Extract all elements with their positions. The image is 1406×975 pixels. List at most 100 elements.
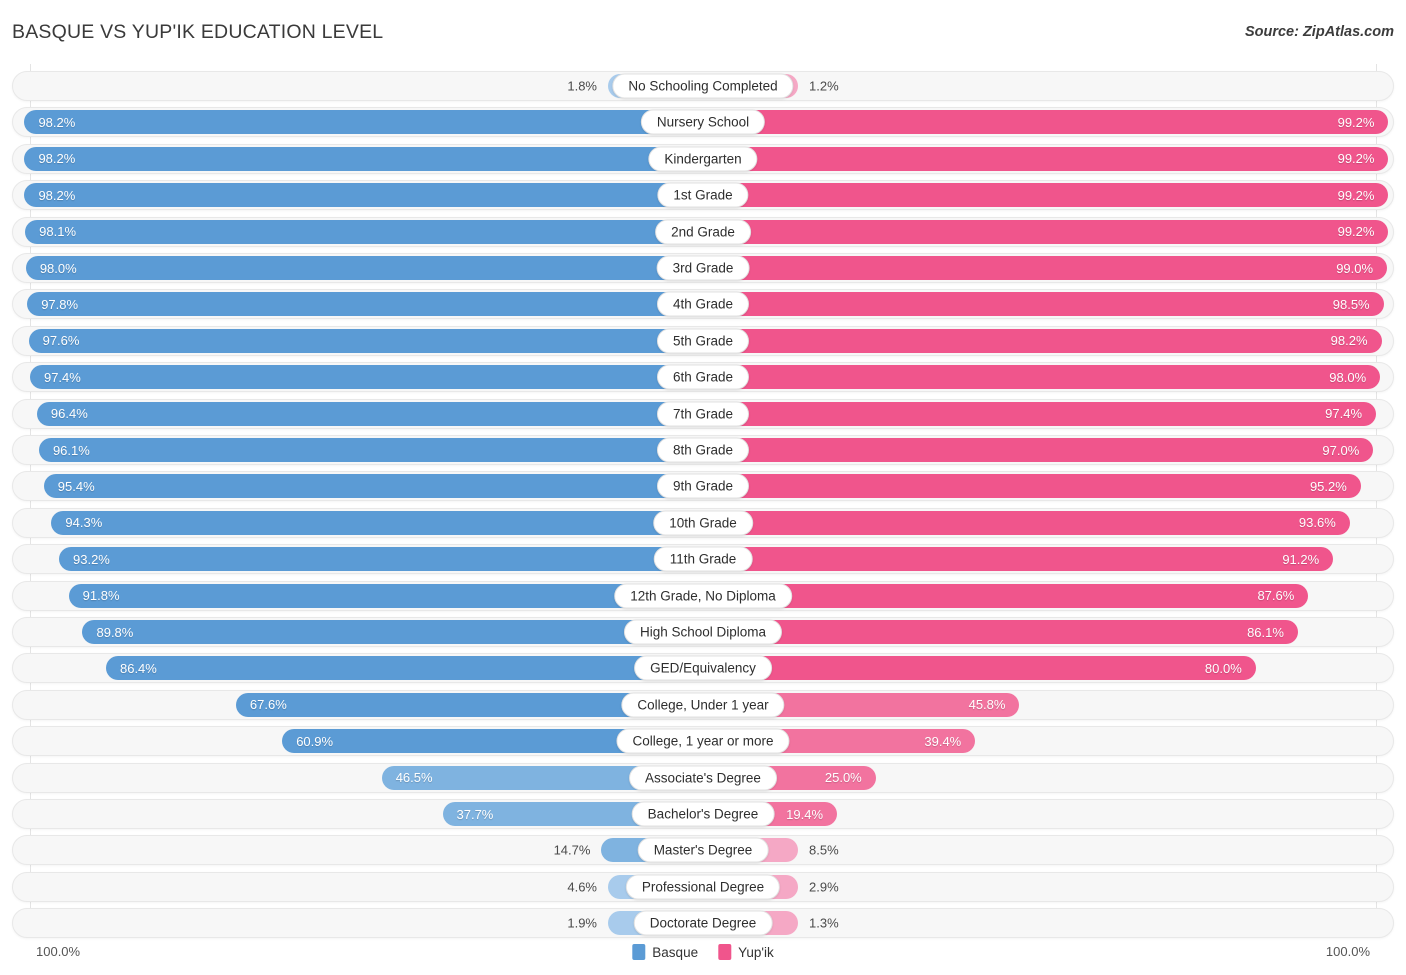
chart-row[interactable]: 46.5% 25.0% Associate's Degree bbox=[12, 762, 1394, 793]
bar-yupik: 91.2% bbox=[703, 547, 1334, 572]
bar-value-basque: 60.9% bbox=[296, 733, 334, 749]
chart-row[interactable]: 14.7% 8.5% Master's Degree bbox=[12, 835, 1394, 866]
bar-yupik: 95.2% bbox=[703, 474, 1361, 499]
bar-track: 98.2% 99.2% Kindergarten bbox=[13, 145, 1393, 173]
category-label: College, Under 1 year bbox=[621, 692, 785, 718]
chart-row[interactable]: 98.2% 99.2% Nursery School bbox=[12, 107, 1394, 138]
category-label: 10th Grade bbox=[653, 510, 753, 536]
bar-value-yupik: 91.2% bbox=[1282, 551, 1320, 567]
bar-value-yupik: 98.2% bbox=[1330, 333, 1368, 349]
chart-row[interactable]: 95.4% 95.2% 9th Grade bbox=[12, 471, 1394, 502]
bar-track: 98.2% 99.2% 1st Grade bbox=[13, 181, 1393, 209]
category-label: Doctorate Degree bbox=[633, 910, 773, 936]
bar-track: 60.9% 39.4% College, 1 year or more bbox=[13, 727, 1393, 755]
chart-row[interactable]: 1.9% 1.3% Doctorate Degree bbox=[12, 908, 1394, 939]
legend-item[interactable]: Yup'ik bbox=[718, 944, 774, 960]
bar-value-yupik: 2.9% bbox=[809, 879, 839, 895]
chart-row[interactable]: 96.1% 97.0% 8th Grade bbox=[12, 435, 1394, 465]
bar-basque: 98.0% bbox=[25, 256, 703, 280]
bar-value-basque: 86.4% bbox=[119, 660, 157, 676]
bar-track: 98.1% 99.2% 2nd Grade bbox=[13, 218, 1393, 246]
chart-row[interactable]: 60.9% 39.4% College, 1 year or more bbox=[12, 726, 1394, 757]
category-label: Professional Degree bbox=[625, 874, 781, 900]
chart-row[interactable]: 1.8% 1.2% No Schooling Completed bbox=[12, 71, 1394, 101]
chart-row[interactable]: 97.6% 98.2% 5th Grade bbox=[12, 325, 1394, 356]
bar-track: 1.9% 1.3% Doctorate Degree bbox=[13, 909, 1393, 937]
bar-track: 98.2% 99.2% Nursery School bbox=[13, 108, 1393, 136]
bar-value-basque: 14.7% bbox=[553, 842, 591, 858]
bar-yupik: 97.0% bbox=[703, 438, 1374, 462]
category-label: GED/Equivalency bbox=[634, 655, 772, 681]
bar-value-basque: 95.4% bbox=[57, 478, 95, 494]
chart-row[interactable]: 94.3% 93.6% 10th Grade bbox=[12, 507, 1394, 538]
chart-row[interactable]: 86.4% 80.0% GED/Equivalency bbox=[12, 653, 1394, 684]
bar-value-basque: 46.5% bbox=[395, 770, 433, 786]
legend-item[interactable]: Basque bbox=[632, 944, 698, 960]
axis-label-left: 100.0% bbox=[36, 944, 81, 959]
category-label: 9th Grade bbox=[656, 473, 750, 499]
bar-value-yupik: 95.2% bbox=[1309, 478, 1347, 494]
bar-value-basque: 67.6% bbox=[249, 697, 287, 713]
bar-value-basque: 96.1% bbox=[52, 442, 90, 458]
bar-value-basque: 4.6% bbox=[567, 879, 597, 895]
category-label: Bachelor's Degree bbox=[631, 801, 775, 827]
bar-yupik: 99.0% bbox=[703, 256, 1388, 280]
category-label: 11th Grade bbox=[653, 546, 753, 572]
bar-yupik: 98.5% bbox=[703, 292, 1384, 317]
chart-legend: Basque Yup'ik bbox=[632, 944, 774, 960]
category-label: 2nd Grade bbox=[655, 219, 751, 245]
bar-yupik: 80.0% bbox=[703, 656, 1256, 681]
bar-basque: 89.8% bbox=[82, 620, 703, 644]
chart-row[interactable]: 98.1% 99.2% 2nd Grade bbox=[12, 216, 1394, 247]
category-label: 3rd Grade bbox=[656, 255, 750, 281]
chart-row[interactable]: 67.6% 45.8% College, Under 1 year bbox=[12, 689, 1394, 720]
chart-row[interactable]: 89.8% 86.1% High School Diploma bbox=[12, 617, 1394, 647]
chart-row[interactable]: 91.8% 87.6% 12th Grade, No Diploma bbox=[12, 580, 1394, 611]
chart-row[interactable]: 98.2% 99.2% 1st Grade bbox=[12, 180, 1394, 211]
bar-track: 93.2% 91.2% 11th Grade bbox=[13, 545, 1393, 573]
bar-yupik: 99.2% bbox=[703, 146, 1389, 171]
legend-label: Basque bbox=[652, 944, 699, 960]
bar-value-basque: 97.8% bbox=[41, 296, 79, 312]
bar-track: 37.7% 19.4% Bachelor's Degree bbox=[13, 800, 1393, 828]
bar-value-yupik: 99.2% bbox=[1337, 114, 1375, 130]
category-label: Master's Degree bbox=[637, 837, 769, 863]
category-label: Nursery School bbox=[640, 109, 766, 135]
chart-row[interactable]: 4.6% 2.9% Professional Degree bbox=[12, 871, 1394, 902]
legend-swatch bbox=[632, 944, 646, 960]
chart-row[interactable]: 96.4% 97.4% 7th Grade bbox=[12, 398, 1394, 429]
bar-value-basque: 91.8% bbox=[82, 588, 120, 604]
chart-row[interactable]: 93.2% 91.2% 11th Grade bbox=[12, 544, 1394, 575]
bar-value-yupik: 97.4% bbox=[1325, 406, 1363, 422]
bar-yupik: 99.2% bbox=[703, 219, 1389, 244]
chart-row[interactable]: 97.4% 98.0% 6th Grade bbox=[12, 362, 1394, 393]
page-header: BASQUE VS YUP'IK EDUCATION LEVEL Source:… bbox=[0, 0, 1406, 62]
chart-row[interactable]: 98.2% 99.2% Kindergarten bbox=[12, 143, 1394, 174]
chart-row[interactable]: 98.0% 99.0% 3rd Grade bbox=[12, 253, 1394, 283]
bar-yupik: 99.2% bbox=[703, 110, 1389, 135]
bar-value-basque: 37.7% bbox=[456, 806, 494, 822]
bar-track: 91.8% 87.6% 12th Grade, No Diploma bbox=[13, 582, 1393, 610]
bar-value-yupik: 99.0% bbox=[1336, 260, 1374, 276]
bar-basque: 94.3% bbox=[51, 510, 703, 535]
bar-basque: 91.8% bbox=[68, 583, 703, 608]
bar-track: 94.3% 93.6% 10th Grade bbox=[13, 509, 1393, 537]
bar-track: 97.4% 98.0% 6th Grade bbox=[13, 363, 1393, 391]
bar-basque: 97.8% bbox=[27, 292, 703, 317]
chart-row[interactable]: 97.8% 98.5% 4th Grade bbox=[12, 289, 1394, 320]
bar-value-yupik: 99.2% bbox=[1337, 224, 1375, 240]
category-label: 7th Grade bbox=[656, 401, 750, 427]
category-label: 4th Grade bbox=[656, 291, 750, 317]
bar-value-basque: 98.2% bbox=[38, 151, 76, 167]
diverging-bar-chart: 1.8% 1.2% No Schooling Completed 98.2% 99.2%… bbox=[0, 64, 1406, 939]
chart-row[interactable]: 37.7% 19.4% Bachelor's Degree bbox=[12, 799, 1394, 829]
bar-track: 95.4% 95.2% 9th Grade bbox=[13, 472, 1393, 500]
bar-value-yupik: 19.4% bbox=[786, 806, 824, 822]
bar-track: 4.6% 2.9% Professional Degree bbox=[13, 873, 1393, 901]
source-attribution: Source: ZipAtlas.com bbox=[1244, 24, 1394, 40]
bar-value-basque: 98.2% bbox=[38, 114, 76, 130]
bar-basque: 95.4% bbox=[43, 474, 703, 499]
chart-footer: 100.0% 100.0% Basque Yup'ik bbox=[0, 936, 1406, 975]
bar-value-yupik: 39.4% bbox=[924, 733, 962, 749]
bar-value-yupik: 80.0% bbox=[1204, 660, 1242, 676]
